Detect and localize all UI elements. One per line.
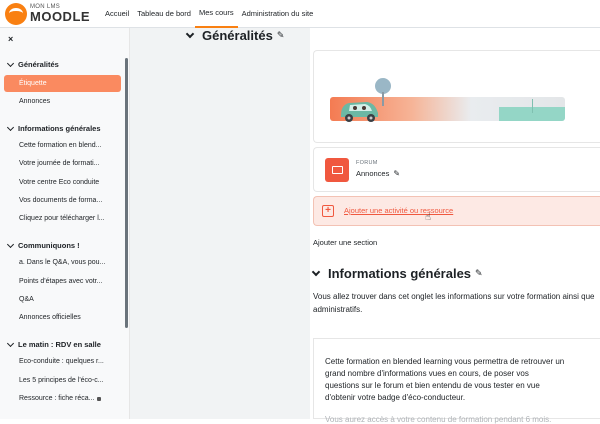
label-text-faded: Vous aurez accès à votre contenu de form… <box>325 415 552 424</box>
sidebar-item-eco-conduite[interactable]: Eco-conduite : quelques r... <box>19 358 104 365</box>
nav-home[interactable]: Accueil <box>101 0 133 28</box>
sidebar-item-documents[interactable]: Vos documents de forma... <box>19 197 102 204</box>
add-activity-box[interactable]: + Ajouter une activité ou ressource <box>313 196 600 226</box>
section-title-generalites[interactable]: Généralités ✎ <box>185 28 285 43</box>
sidebar-item-telecharger[interactable]: Cliquez pour télécharger l... <box>19 215 105 222</box>
primary-nav: Accueil Tableau de bord Mes cours Admini… <box>101 0 317 28</box>
sidebar-item-annonces-officielles[interactable]: Annonces officielles <box>19 314 81 321</box>
sidebar-section-communiquons[interactable]: Communiquons ! <box>6 240 80 250</box>
sidebar-item-etiquette[interactable]: Étiquette <box>4 75 121 92</box>
chevron-down-icon <box>6 339 15 347</box>
top-navbar: MON LMS MOODLE Accueil Tableau de bord M… <box>0 0 600 28</box>
chevron-down-icon <box>6 123 15 131</box>
pencil-icon[interactable]: ✎ <box>393 169 400 178</box>
sidebar-section-le-matin[interactable]: Le matin : RDV en salle <box>6 339 101 349</box>
car-illustration <box>341 102 378 122</box>
chevron-down-icon <box>6 59 15 67</box>
sidebar-item-formation-blend[interactable]: Cette formation en blend... <box>19 142 102 149</box>
sidebar-item-journee[interactable]: Votre journée de formati... <box>19 160 100 167</box>
section-intro-text: Vous allez trouver dans cet onglet les i… <box>313 292 595 314</box>
add-activity-link[interactable]: Ajouter une activité ou ressource <box>344 206 453 215</box>
label-text-card: Cette formation en blended learning vous… <box>313 338 600 424</box>
hand-cursor-icon: ☝ <box>425 212 432 223</box>
lock-icon <box>97 397 102 401</box>
sidebar-item-qa[interactable]: Q&A <box>19 296 34 303</box>
sidebar-section-informations[interactable]: Informations générales <box>6 123 101 133</box>
pencil-icon[interactable]: ✎ <box>475 268 483 279</box>
sidebar-item-qa-dans[interactable]: a. Dans le Q&A, vous pou... <box>19 259 105 266</box>
label-banner-card <box>313 50 600 143</box>
add-section-link[interactable]: Ajouter une section <box>313 238 377 247</box>
chevron-down-icon <box>6 240 15 248</box>
sidebar-item-5-principes[interactable]: Les 5 principes de l'éco-c... <box>19 377 104 384</box>
logo-big-text: MOODLE <box>30 9 91 24</box>
site-logo[interactable]: MON LMS MOODLE <box>5 2 95 25</box>
sidebar-section-generalites[interactable]: Généralités <box>6 59 59 69</box>
close-drawer-icon[interactable]: × <box>8 34 13 44</box>
palm-illustration <box>532 99 542 113</box>
chevron-down-icon[interactable] <box>311 267 321 276</box>
chevron-down-icon[interactable] <box>185 29 195 38</box>
forum-activity-card[interactable]: FORUM Annonces ✎ <box>313 147 600 192</box>
plus-icon: + <box>322 205 334 217</box>
sidebar-item-centre[interactable]: Votre centre Eco conduite <box>19 179 99 186</box>
label-text: Cette formation en blended learning vous… <box>325 357 565 402</box>
nav-dashboard[interactable]: Tableau de bord <box>133 0 195 28</box>
forum-icon <box>325 158 349 182</box>
sidebar-item-annonces[interactable]: Annonces <box>19 98 50 105</box>
nav-site-admin[interactable]: Administration du site <box>238 0 318 28</box>
nav-my-courses[interactable]: Mes cours <box>194 0 238 28</box>
sidebar-scrollbar[interactable] <box>125 58 128 328</box>
course-index-drawer: × Généralités Étiquette Annonces Informa… <box>0 28 130 419</box>
sidebar-item-points-etapes[interactable]: Points d'étapes avec votr... <box>19 278 102 285</box>
sidebar-item-ressource-fiche[interactable]: Ressource : fiche réca... <box>19 395 102 402</box>
pencil-icon[interactable]: ✎ <box>277 30 285 41</box>
moodle-logo-icon <box>5 2 27 25</box>
section-title-informations[interactable]: Informations générales ✎ <box>311 266 483 281</box>
activity-type-label: FORUM <box>356 160 378 166</box>
tree-trunk <box>382 92 384 106</box>
activity-name[interactable]: Annonces ✎ <box>356 169 400 178</box>
